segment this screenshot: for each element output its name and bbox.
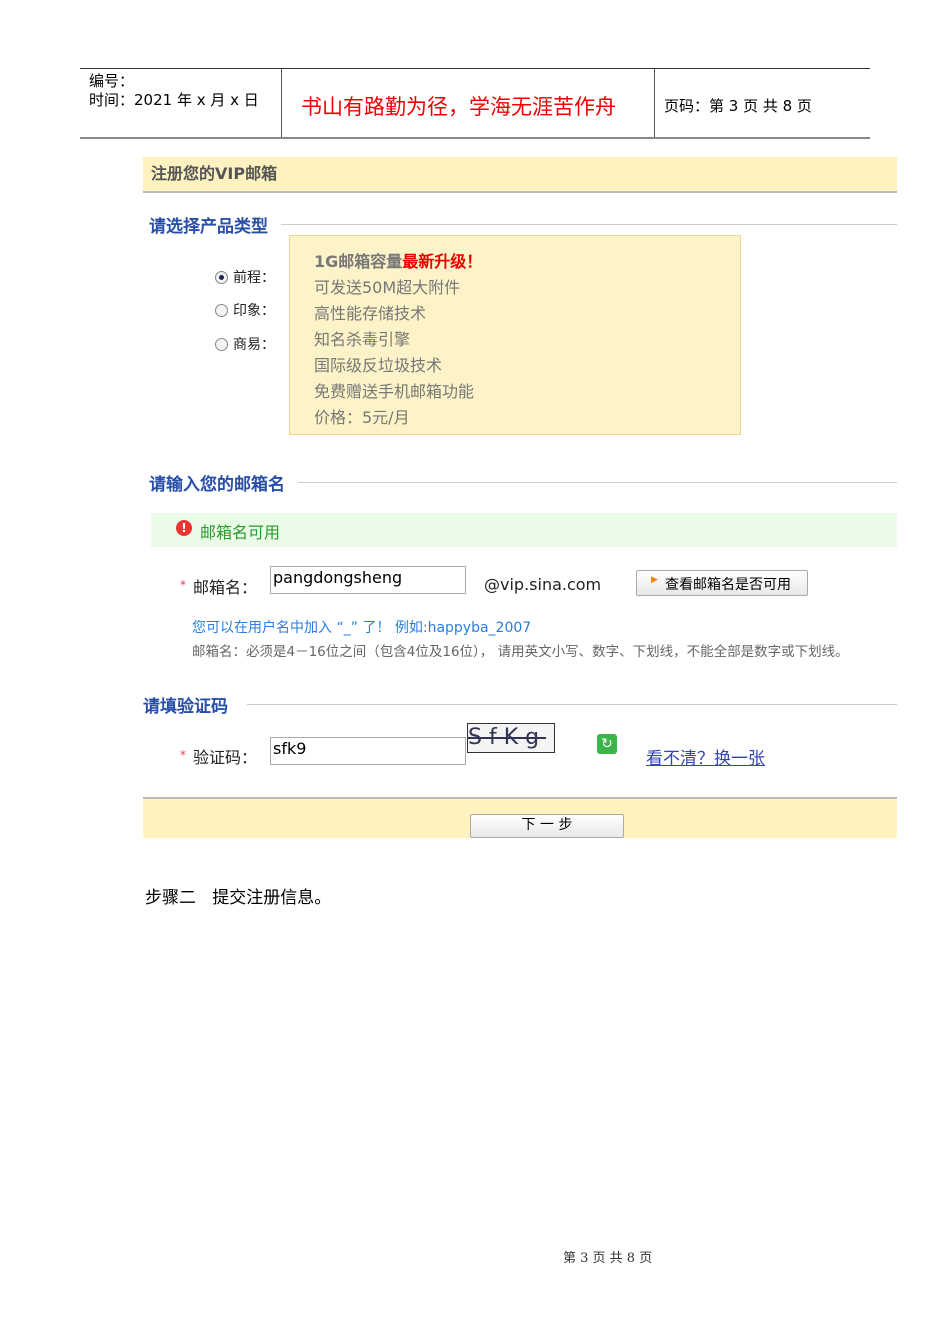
radio-icon[interactable] <box>215 270 228 284</box>
tip-line: 可发送50M超大附件 <box>314 278 461 297</box>
form-title-bar: 注册您的VIP邮箱 <box>143 157 897 193</box>
captcha-label: 验证码： <box>193 748 258 767</box>
required-star: * <box>180 748 186 762</box>
status-text: 邮箱名可用 <box>200 523 281 542</box>
motto: 书山有路勤为径，学海无涯苦作舟 <box>301 95 616 119</box>
radio-shangyi[interactable]: 商易： <box>215 334 275 354</box>
product-tip: 1G邮箱容量最新升级！ 可发送50M超大附件 高性能存储技术 知名杀毒引擎 国际… <box>289 235 741 435</box>
divider <box>281 224 897 225</box>
document-page: 编号： 时间：2021 年 x 月 x 日 书山有路勤为径，学海无涯苦作舟 页码：… <box>0 0 950 1344</box>
arrow-icon: ▶ <box>651 575 658 585</box>
radio-icon[interactable] <box>215 337 228 351</box>
number-label: 编号： <box>89 72 135 90</box>
username-rule: 邮箱名：必须是4－16位之间（包含4位及16位）， 请用英文小写、数字、下划线，… <box>192 644 849 660</box>
email-section-title: 请输入您的邮箱名 <box>149 475 285 495</box>
radio-qiancheng[interactable]: 前程： <box>215 267 275 287</box>
alert-icon: ! <box>176 520 192 536</box>
tip-line: 国际级反垃圾技术 <box>314 356 443 375</box>
product-section-title: 请选择产品类型 <box>149 217 268 237</box>
page-header: 编号： 时间：2021 年 x 月 x 日 书山有路勤为径，学海无涯苦作舟 页码：… <box>80 68 870 139</box>
page-footer: 第 3 页 共 8 页 <box>563 1251 653 1266</box>
radio-yinxiang[interactable]: 印象： <box>215 300 275 320</box>
captcha-image: SfKg <box>467 723 555 753</box>
divider <box>281 69 282 137</box>
status-banner: ! 邮箱名可用 <box>151 513 897 547</box>
tip-line: 免费赠送手机邮箱功能 <box>314 382 475 401</box>
tip-price: 价格：5元/月 <box>314 408 410 427</box>
check-availability-button[interactable]: ▶ 查看邮箱名是否可用 <box>636 570 808 596</box>
divider <box>247 704 897 705</box>
divider <box>298 482 897 483</box>
email-domain: @vip.sina.com <box>484 575 602 594</box>
page-label: 页码：第 3 页 共 8 页 <box>664 97 812 115</box>
form-title: 注册您的VIP邮箱 <box>151 164 278 183</box>
next-step-button[interactable]: 下 一 步 <box>470 814 624 838</box>
time-label: 时间：2021 年 x 月 x 日 <box>89 91 259 109</box>
radio-icon[interactable] <box>215 303 228 317</box>
tip-line: 知名杀毒引擎 <box>314 330 411 349</box>
refresh-captcha-link[interactable]: 看不清？换一张 <box>646 744 765 769</box>
submit-bar: 下 一 步 <box>143 797 897 838</box>
captcha-section-title: 请填验证码 <box>143 697 228 717</box>
refresh-icon[interactable]: ↻ <box>597 734 617 754</box>
email-label: 邮箱名： <box>193 578 258 597</box>
divider <box>654 69 655 137</box>
required-star: * <box>180 578 186 592</box>
step-text: 步骤二 提交注册信息。 <box>145 888 332 908</box>
tip-line: 高性能存储技术 <box>314 304 427 323</box>
captcha-input[interactable]: sfk9 <box>270 737 466 765</box>
email-input[interactable]: pangdongsheng <box>270 566 466 594</box>
username-hint: 您可以在用户名中加入 “_” 了！ 例如:happyba_2007 <box>192 620 532 636</box>
